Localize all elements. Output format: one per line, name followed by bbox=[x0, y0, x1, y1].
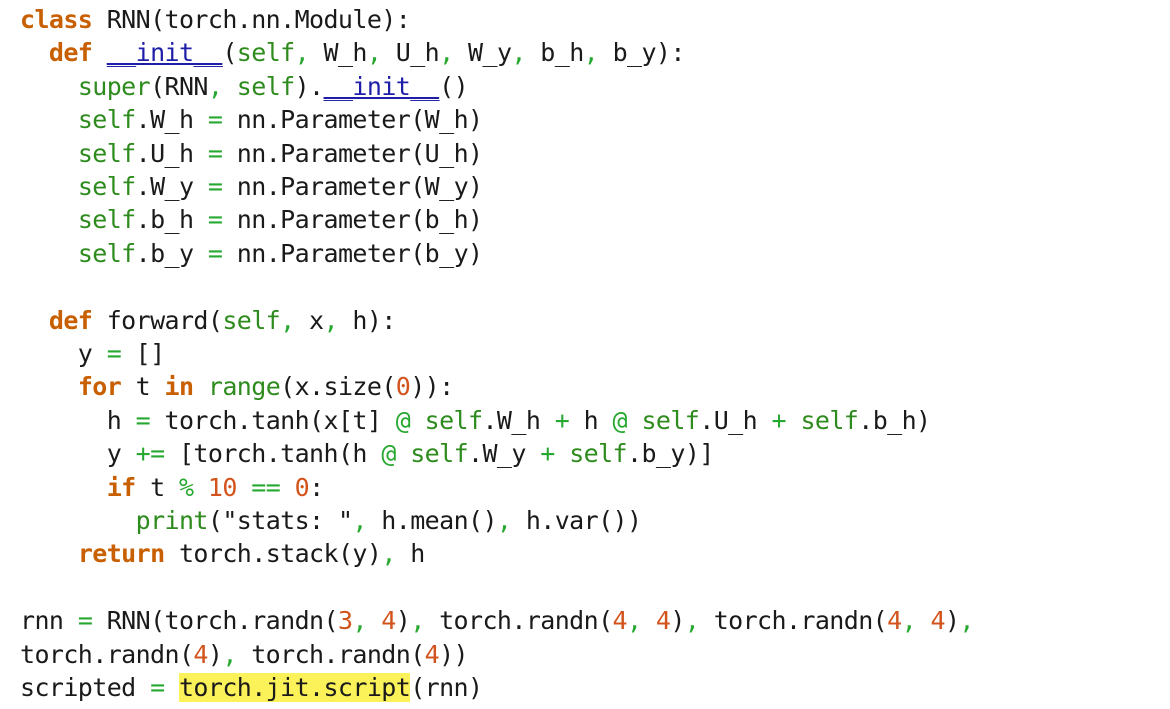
code-line: h = torch.tanh(x[t] @ self.W_h + h @ sel… bbox=[20, 405, 931, 435]
code-line: return torch.stack(y), h bbox=[77, 539, 425, 569]
code-line: rnn = RNN(torch.randn(3, 4), torch.randn… bbox=[20, 606, 974, 636]
code-line: def __init__(self, W_h, U_h, W_y, b_h, b… bbox=[48, 38, 686, 68]
highlighted-code: torch.jit.script bbox=[178, 673, 411, 702]
code-line: self.b_h = nn.Parameter(b_h) bbox=[77, 205, 483, 235]
code-line: super(RNN, self).__init__() bbox=[77, 71, 469, 101]
code-slide: { "colors": { "keyword": "#c85f00", "sel… bbox=[0, 0, 1170, 709]
code-line: for t in range(x.size(0)): bbox=[77, 372, 454, 402]
code-line: scripted = torch.jit.script(rnn) bbox=[20, 673, 483, 702]
code-line: y += [torch.tanh(h @ self.W_y + self.b_y… bbox=[20, 439, 715, 469]
code-line: self.b_y = nn.Parameter(b_y) bbox=[77, 238, 483, 268]
code-line: if t % 10 == 0: bbox=[106, 472, 324, 502]
code-line: self.W_h = nn.Parameter(W_h) bbox=[77, 105, 483, 135]
code-line: y = [] bbox=[20, 339, 165, 368]
code-line: torch.randn(4), torch.randn(4)) bbox=[20, 639, 469, 669]
code-line: print("stats: ", h.mean(), h.var()) bbox=[135, 506, 642, 535]
code-line: self.W_y = nn.Parameter(W_y) bbox=[77, 172, 483, 201]
code-line: class RNN(torch.nn.Module): bbox=[20, 5, 411, 34]
code-line: def forward(self, x, h): bbox=[48, 305, 396, 335]
code-line: self.U_h = nn.Parameter(U_h) bbox=[77, 138, 483, 168]
